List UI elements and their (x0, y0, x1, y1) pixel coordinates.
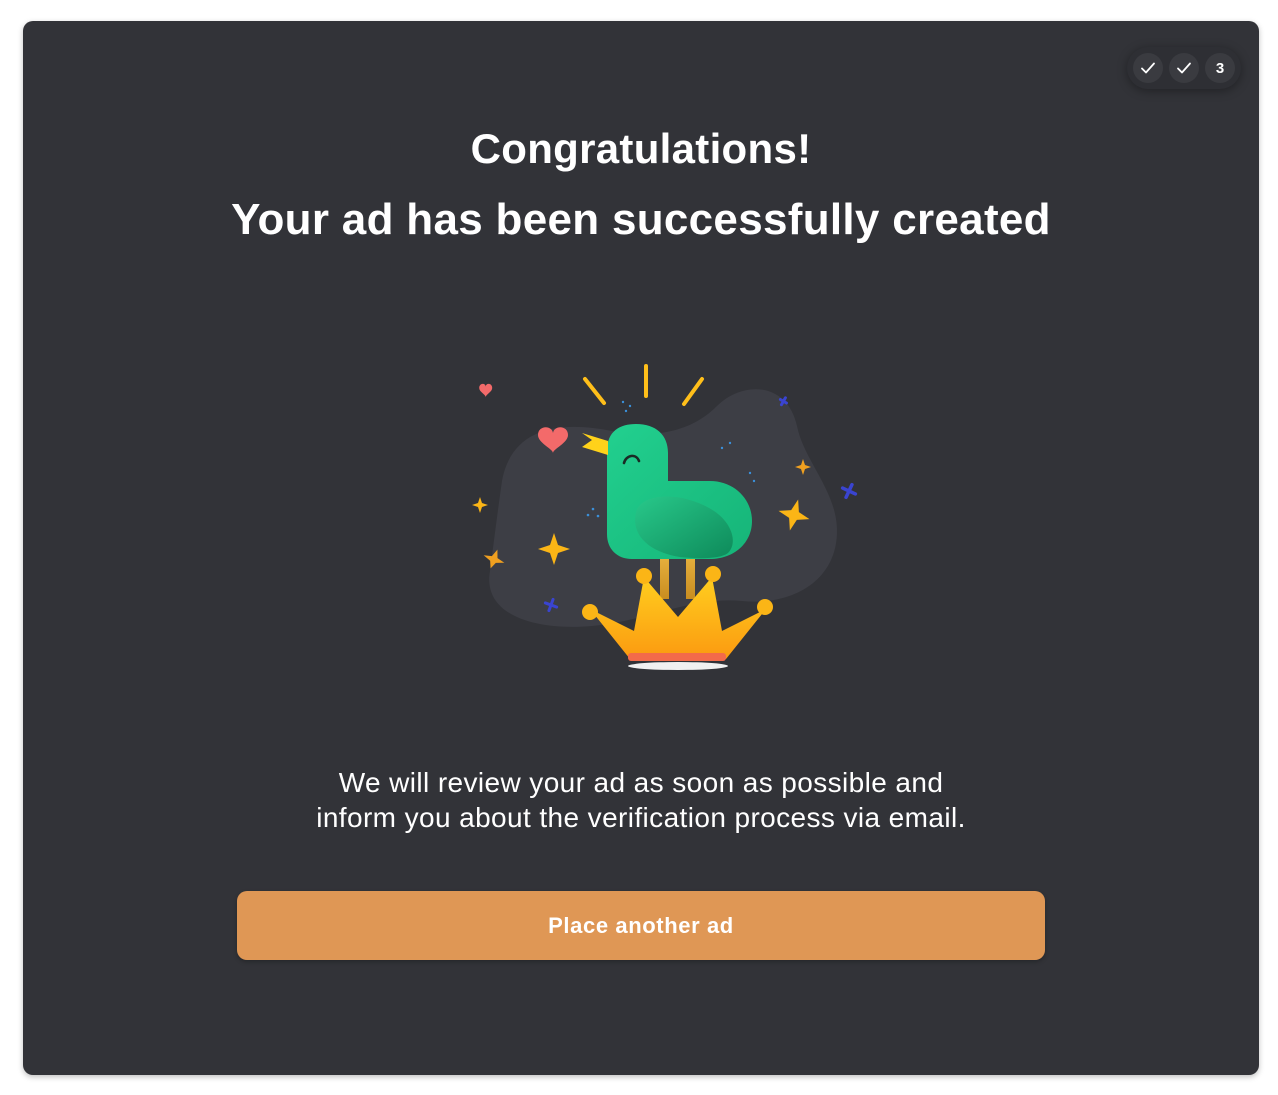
verification-message: We will review your ad as soon as possib… (23, 765, 1259, 835)
page-subtitle: Your ad has been successfully created (231, 195, 1051, 244)
progress-stepper: 3 (1127, 47, 1241, 89)
step-number: 3 (1215, 59, 1225, 77)
message-line-2: inform you about the verification proces… (316, 802, 966, 833)
check-icon (1141, 62, 1155, 74)
step-2-completed (1169, 53, 1199, 83)
step-1-completed (1133, 53, 1163, 83)
check-icon (1177, 62, 1191, 74)
place-another-ad-button[interactable]: Place another ad (237, 891, 1045, 960)
page-title: Congratulations! (470, 125, 812, 172)
step-3-current: 3 (1205, 53, 1235, 83)
bird-on-crown-illustration (472, 364, 858, 670)
message-line-1: We will review your ad as soon as possib… (338, 767, 944, 798)
success-dialog: 3 Congratulations! Your ad has been succ… (23, 21, 1259, 1075)
